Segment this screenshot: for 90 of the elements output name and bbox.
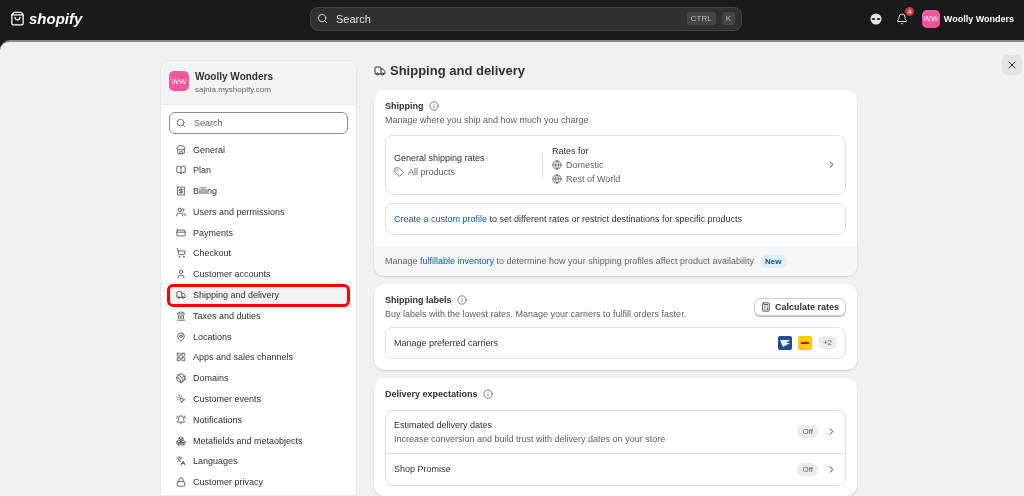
more-carriers-count: +2 — [817, 336, 837, 350]
sidebar-item[interactable]: Domains — [169, 368, 348, 388]
boxes-icon — [176, 435, 186, 446]
sidebar-item[interactable]: Customer privacy — [169, 472, 348, 492]
store-icon — [176, 144, 186, 155]
sidebar-item[interactable]: Notifications — [169, 410, 348, 430]
sidebar-item[interactable]: Users and permissions — [169, 202, 348, 222]
card-icon — [176, 227, 186, 238]
sidebar-item[interactable]: Customer events — [169, 389, 348, 409]
sidebar-item[interactable]: Billing — [169, 181, 348, 201]
sidebar-item[interactable]: Apps and sales channels — [169, 347, 348, 367]
users-icon — [176, 206, 186, 217]
zone-name: Domestic — [566, 159, 604, 170]
option-title: Shop Promise — [394, 464, 451, 475]
sidebar-item[interactable]: Locations — [169, 327, 348, 347]
sidebar-item[interactable]: Plan — [169, 160, 348, 180]
sidebar-item[interactable]: Languages — [169, 451, 348, 471]
rates-title: General shipping rates — [394, 152, 486, 163]
globe-icon — [176, 373, 186, 384]
book-icon — [176, 165, 186, 176]
search-icon — [317, 13, 328, 24]
sidebar-item[interactable]: Payments — [169, 223, 348, 243]
close-button[interactable] — [1002, 55, 1022, 75]
section-title: Delivery expectations — [385, 388, 478, 399]
sidebar-item[interactable]: Shipping and delivery — [169, 285, 348, 305]
info-icon — [482, 388, 493, 399]
lock-icon — [176, 477, 186, 488]
sidebar-item[interactable]: Checkout — [169, 244, 348, 263]
shopping-bag-icon — [10, 11, 25, 26]
notifications-icon[interactable] — [895, 12, 908, 25]
tag-icon — [394, 166, 404, 177]
section-description: Manage where you ship and how much you charge — [385, 114, 590, 125]
new-badge: New — [760, 254, 787, 268]
store-name[interactable]: Woolly Wonders — [943, 13, 1014, 24]
page-title: Shipping and delivery — [390, 63, 526, 79]
search-icon — [176, 118, 186, 128]
calculate-rates-button[interactable]: Calculate rates — [753, 298, 846, 316]
rates-for-label: Rates for — [552, 145, 590, 156]
store-url: sajnia.myshopify.com — [195, 85, 272, 94]
sidebar-item[interactable]: Metafields and metaobjects — [169, 431, 348, 451]
logo-text: shopify — [29, 10, 83, 27]
info-icon — [456, 295, 467, 305]
carriers-label: Manage preferred carriers — [394, 338, 499, 348]
delivery-option-row[interactable]: Shop Promise Off — [386, 452, 845, 485]
store-name: Woolly Wonders — [195, 71, 273, 82]
section-description: Buy labels with the lowest rates. Manage your carriers to fulfill orders faster. — [385, 309, 687, 319]
truck-icon — [176, 290, 186, 301]
carrier-logo-icon — [797, 336, 812, 350]
custom-profile-link[interactable]: Create a custom profile — [394, 213, 488, 224]
person-icon — [176, 269, 186, 280]
close-icon — [1006, 59, 1018, 71]
pin-icon — [176, 331, 186, 342]
info-icon — [428, 100, 439, 111]
status-badge: Off — [797, 425, 818, 439]
pointer-icon — [176, 394, 186, 405]
search-field[interactable]: Search CTRL K — [310, 6, 742, 31]
cart-icon — [176, 248, 186, 259]
bank-icon — [176, 310, 186, 321]
globe-icon — [552, 159, 562, 170]
store-avatar: WW — [169, 71, 189, 91]
bell-icon — [176, 414, 186, 425]
sidebar-item[interactable]: Taxes and duties — [169, 306, 348, 326]
language-icon — [176, 456, 186, 467]
section-title: Shipping — [385, 100, 424, 111]
keyboard-key: CTRL — [686, 12, 716, 25]
delivery-option-row[interactable]: Estimated delivery dates Increase conversion and build trust with delivery dates on your store Off — [386, 410, 845, 453]
search-field[interactable]: Search — [169, 112, 348, 134]
custom-profile-text: Create a custom profile to set different rates or restrict destinations for specific products — [394, 213, 742, 224]
status-badge: Off — [797, 462, 818, 476]
inventory-link[interactable]: fulfillable inventory — [420, 256, 495, 267]
sidebar-item[interactable]: General — [169, 140, 348, 159]
search-input[interactable]: Search — [334, 11, 681, 26]
truck-icon — [374, 64, 386, 77]
inventory-text: Manage fulfillable inventory to determine how your shipping profiles affect product availability — [385, 256, 755, 267]
notification-count: 4 — [905, 6, 914, 16]
calculator-icon — [760, 302, 771, 312]
section-title: Shipping labels — [385, 295, 452, 305]
carriers-row[interactable]: Manage preferred carriers +2 — [385, 327, 846, 359]
zone-name: Rest of World — [566, 173, 621, 184]
option-description: Increase conversion and build trust with delivery dates on your store — [394, 433, 666, 444]
globe-icon — [552, 173, 562, 184]
grid-icon — [176, 352, 186, 363]
glasses-icon[interactable] — [869, 12, 882, 25]
receipt-icon — [176, 186, 186, 197]
option-title: Estimated delivery dates — [394, 419, 494, 430]
shipping-rates-row[interactable]: General shipping rates All products Rates for Domestic Rest of World — [385, 134, 846, 195]
keyboard-key: K — [721, 12, 735, 25]
eagle-logo-icon — [777, 336, 792, 350]
rates-products: All products — [408, 166, 456, 177]
sidebar-item[interactable]: Customer accounts — [169, 264, 348, 284]
